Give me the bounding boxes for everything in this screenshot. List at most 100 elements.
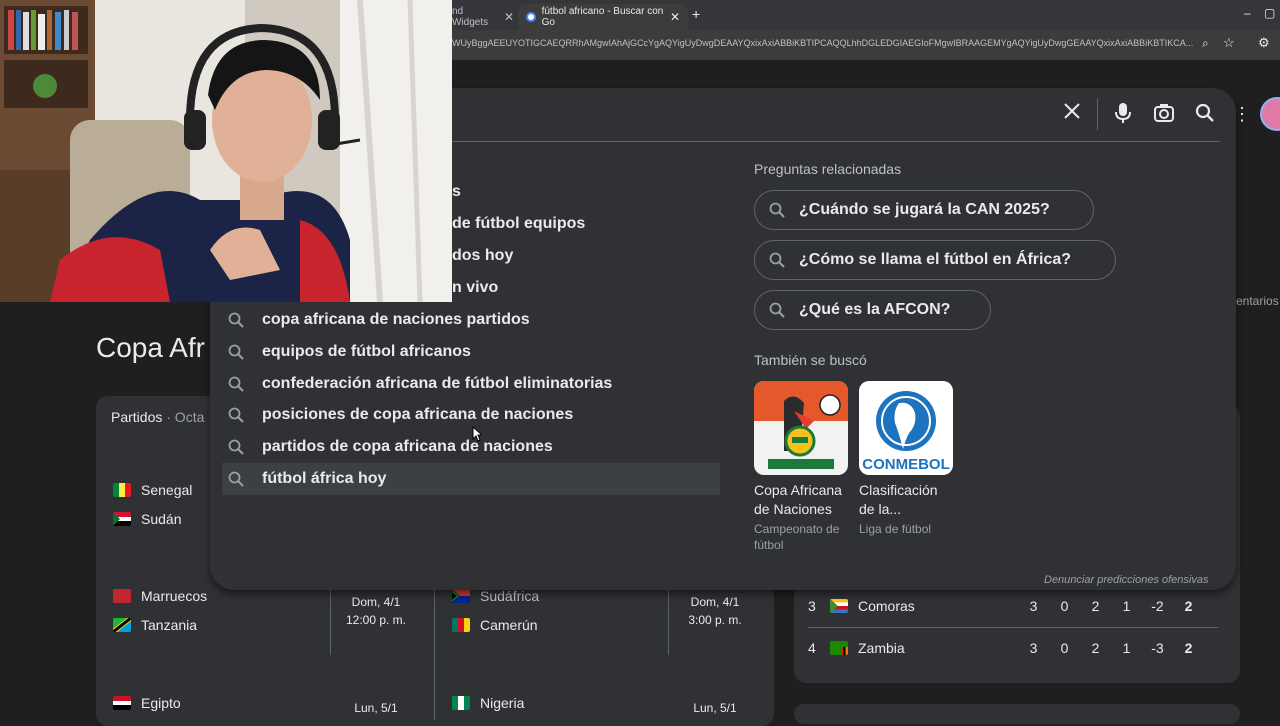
flag-sudan-icon [113,512,131,526]
standings-row[interactable]: 3 Comoras 3 0 2 1 -2 2 [808,586,1218,626]
search-icon [224,467,248,491]
tab-search[interactable]: fútbol africano - Buscar con Go ✕ [518,4,688,30]
match-time: Dom, 4/1 12:00 p. m. [336,593,416,629]
suggestion-item-highlighted[interactable]: fútbol áfrica hoy [222,463,720,495]
suggestion-text: copa africana de naciones partidos [262,311,530,328]
lost: 1 [1122,640,1131,656]
extensions-icon[interactable]: ⚙ [1258,35,1270,51]
matches-tab[interactable]: Partidos · Octa [111,409,204,425]
flag-nigeria-icon [452,696,470,710]
match-date: Dom, 4/1 [690,595,740,609]
report-predictions-link[interactable]: Denunciar predicciones ofensivas [1044,574,1208,586]
apps-menu-icon[interactable]: ⋮ [1233,104,1251,125]
suggestion-text: fútbol áfrica hoy [262,470,387,487]
match-date: Lun, 5/1 [354,701,398,715]
search-icon[interactable] [1195,103,1215,128]
partial-suggestion[interactable]: de fútbol equipos [452,215,585,233]
results-heading: Copa Afr [96,332,205,363]
zoom-icon[interactable]: ⌕ [1202,36,1209,51]
won: 0 [1060,640,1069,656]
team-camerun[interactable]: Camerún [452,617,538,633]
match-hour: 3:00 p. m. [688,613,742,627]
match-hour: 12:00 p. m. [345,613,407,627]
new-tab-button[interactable]: + [692,6,700,22]
team-egipto[interactable]: Egipto [113,695,181,711]
suggestion-item[interactable]: posiciones de copa africana de naciones [222,399,720,431]
related-question-chip[interactable]: ¿Cómo se llama el fútbol en África? [754,240,1116,280]
standings-row[interactable]: 4 Zambia 3 0 2 1 -3 2 [808,628,1218,668]
flag-south-africa-icon [452,589,470,603]
camera-lens-icon[interactable] [1153,103,1175,128]
tab-label: fútbol africano - Buscar con Go [541,6,664,28]
suggestion-item[interactable]: partidos de copa africana de naciones [222,431,720,463]
logo-text: CONMEBOL [862,456,950,473]
related-question-chip[interactable]: ¿Qué es la AFCON? [754,290,991,330]
team-name: Senegal [141,482,193,498]
partial-suggestion[interactable]: dos hoy [452,247,513,265]
search-icon [224,340,248,364]
goal-diff: -3 [1151,640,1164,656]
flag-cameroon-icon [452,618,470,632]
column-divider [434,570,435,720]
next-panel [794,704,1240,724]
caf-logo-icon [754,381,848,475]
team-sudafrica[interactable]: Sudáfrica [452,588,539,604]
tab-separator: · Octa [162,409,205,425]
close-tab-icon[interactable]: ✕ [670,10,680,24]
team-name: Marruecos [141,588,208,604]
suggestion-item[interactable]: copa africana de naciones partidos [222,304,720,336]
suggestion-item[interactable]: confederación africana de fútbol elimina… [222,368,720,400]
chip-text: ¿Cuándo se jugará la CAN 2025? [799,201,1050,218]
team-name: Tanzania [141,617,198,633]
team-name: Egipto [141,695,181,711]
partial-suggestion[interactable]: s [452,183,461,201]
side-text: entarios [1236,294,1279,308]
also-searched-card[interactable]: CONMEBOL Clasificación de la... Liga de … [859,381,953,537]
lost: 1 [1122,598,1131,614]
microphone-icon[interactable] [1114,102,1132,129]
team-name: Sudáfrica [480,588,540,604]
tab-partidos[interactable]: Partidos [111,409,162,425]
partial-suggestion[interactable]: n vivo [452,279,498,297]
team-name: Comoras [858,598,915,614]
related-question-chip[interactable]: ¿Cuándo se jugará la CAN 2025? [754,190,1094,230]
chip-text: ¿Cómo se llama el fútbol en África? [799,251,1072,268]
card-subtitle: Campeonato de fútbol [754,522,840,552]
played: 3 [1029,640,1038,656]
match-date: Dom, 4/1 [351,595,401,609]
card-title: Copa Africana de Naciones [754,482,842,517]
suggestion-text: confederación africana de fútbol elimina… [262,375,613,392]
bookmark-star-icon[interactable]: ☆ [1223,35,1235,51]
team-sudan[interactable]: Sudán [113,511,181,527]
also-searched-card[interactable]: Copa Africana de Naciones Campeonato de … [754,381,848,553]
position: 4 [808,640,816,656]
suggestion-text: posiciones de copa africana de naciones [262,406,574,423]
suggestion-item[interactable]: equipos de fútbol africanos [222,336,720,368]
minimize-icon[interactable]: – [1244,6,1251,20]
maximize-icon[interactable]: ▢ [1264,6,1275,20]
match-time: Dom, 4/1 3:00 p. m. [675,593,755,629]
team-marruecos[interactable]: Marruecos [113,588,207,604]
search-icon [224,435,248,459]
team-name: Nigeria [480,695,525,711]
points: 2 [1184,598,1193,614]
tab-label: nd Widgets [452,6,489,28]
icon-divider [1097,98,1098,130]
flag-comoros-icon [830,599,848,613]
team-nigeria[interactable]: Nigeria [452,695,524,711]
team-name: Zambia [858,640,905,656]
team-name: Camerún [480,617,538,633]
search-icon [769,302,785,318]
flag-tanzania-icon [113,618,131,632]
tab-widgets[interactable]: nd Widgets ✕ [452,4,514,30]
team-tanzania[interactable]: Tanzania [113,617,197,633]
team-senegal[interactable]: Senegal [113,482,192,498]
clear-search-icon[interactable] [1062,101,1082,127]
url-text[interactable]: WUyBggAEEUYOTIGCAEQRRhAMgwIAhAjGCcYgAQYi… [452,38,1197,48]
close-tab-icon[interactable]: ✕ [504,10,514,24]
team-name: Sudán [141,511,182,527]
flag-egypt-icon [113,696,131,710]
google-favicon-icon [526,12,536,22]
mouse-cursor-icon [472,425,484,447]
position: 3 [808,598,816,614]
